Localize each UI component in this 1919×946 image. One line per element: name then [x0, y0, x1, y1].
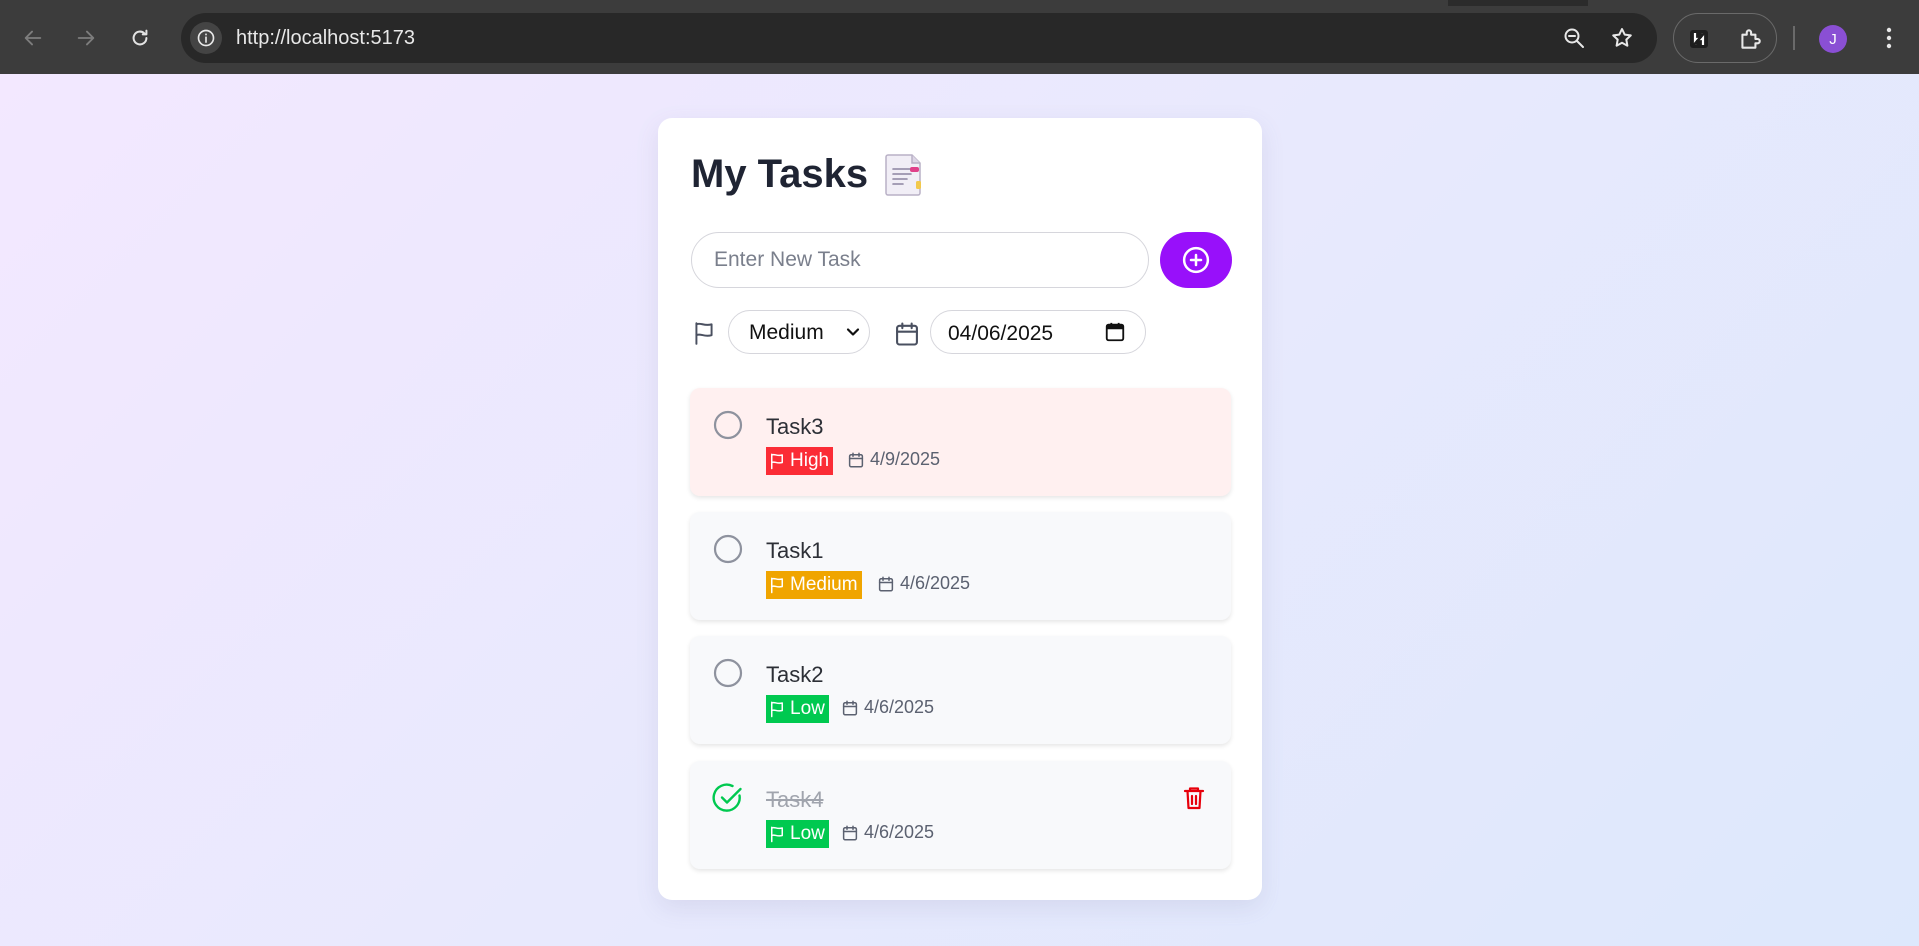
task-item[interactable]: Task1 Medium 4/6/2025: [690, 512, 1231, 620]
unchecked-circle-icon[interactable]: [712, 657, 744, 689]
tab-strip: [0, 0, 1919, 6]
notepad-emoji-icon: [885, 153, 922, 196]
address-bar[interactable]: http://localhost:5173: [181, 13, 1657, 63]
back-button[interactable]: [15, 20, 51, 56]
arrow-right-icon: [77, 30, 95, 46]
tab-edge[interactable]: [1588, 0, 1919, 6]
calendar-icon: [896, 322, 918, 346]
trash-icon: [1183, 787, 1205, 810]
task-date-text: 4/6/2025: [864, 822, 935, 842]
arrow-left-icon: [24, 30, 42, 46]
zoom-out-icon: [1564, 28, 1584, 48]
flag-icon: [695, 322, 713, 345]
flag-icon: [771, 453, 783, 470]
profile-avatar[interactable]: J: [1819, 25, 1847, 53]
forward-button[interactable]: [68, 20, 104, 56]
tasks-card: My Tasks Medium 04/06/2025 Task3: [658, 118, 1262, 900]
task-name: Task3: [766, 414, 824, 439]
task-due-date: 4/6/2025: [877, 573, 970, 594]
add-task-button[interactable]: [1160, 232, 1232, 288]
more-vertical-icon: [1886, 27, 1892, 49]
url-text[interactable]: http://localhost:5173: [236, 27, 415, 50]
reload-icon: [132, 29, 148, 46]
priority-badge: High: [766, 447, 834, 475]
delete-task-button[interactable]: [1180, 783, 1208, 813]
active-tab-edge[interactable]: [0, 0, 1448, 6]
page-title: My Tasks: [691, 152, 924, 197]
priority-badge: Low: [766, 695, 829, 723]
task-due-date: 4/9/2025: [847, 449, 940, 470]
check-circle-icon[interactable]: [712, 782, 744, 814]
flag-icon: [771, 701, 783, 718]
extension-button[interactable]: [1685, 25, 1713, 53]
task-due-date: 4/6/2025: [841, 697, 934, 718]
task-item[interactable]: Task3 High 4/9/2025: [690, 388, 1231, 496]
extensions-group: [1673, 13, 1777, 63]
toolbar-separator: [1793, 26, 1795, 50]
task-name: Task1: [766, 538, 824, 563]
calendar-icon: [842, 700, 858, 715]
browser-toolbar: http://localhost:5173 J: [0, 0, 1919, 74]
calendar-icon: [878, 576, 894, 591]
priority-label: Low: [790, 698, 825, 719]
calendar-icon: [842, 825, 858, 840]
unchecked-circle-icon[interactable]: [712, 533, 744, 565]
flag-icon: [771, 826, 783, 843]
priority-label: High: [790, 450, 830, 471]
calendar-icon: [848, 452, 864, 467]
site-info-button[interactable]: [190, 22, 222, 54]
task-name: Task4: [766, 787, 824, 812]
date-picker-icon[interactable]: [1104, 321, 1126, 343]
task-item-completed[interactable]: Task4 Low 4/6/2025: [690, 761, 1231, 869]
task-item[interactable]: Task2 Low 4/6/2025: [690, 636, 1231, 744]
task-date-text: 4/6/2025: [864, 697, 935, 717]
plus-circle-icon: [1182, 246, 1210, 274]
bookmark-button[interactable]: [1609, 25, 1635, 51]
priority-label: Medium: [790, 574, 858, 595]
reload-button[interactable]: [122, 20, 158, 56]
priority-select[interactable]: Medium: [728, 310, 870, 354]
due-date-value[interactable]: 04/06/2025: [948, 322, 1053, 346]
task-due-date: 4/6/2025: [841, 822, 934, 843]
browser-menu-button[interactable]: [1874, 22, 1904, 54]
task-date-text: 4/6/2025: [900, 573, 971, 593]
new-task-input[interactable]: [691, 232, 1149, 288]
flag-icon: [771, 577, 783, 594]
priority-label: Low: [790, 823, 825, 844]
priority-badge: Low: [766, 820, 829, 848]
puzzle-icon: [1741, 29, 1761, 49]
extensions-menu-button[interactable]: [1736, 25, 1764, 53]
task-date-text: 4/9/2025: [870, 449, 941, 469]
extension-icon: [1690, 30, 1708, 48]
unchecked-circle-icon[interactable]: [712, 409, 744, 441]
task-name: Task2: [766, 662, 824, 687]
info-icon: [197, 29, 215, 47]
zoom-button[interactable]: [1561, 25, 1587, 51]
due-date-input[interactable]: 04/06/2025: [930, 310, 1146, 354]
page-background: My Tasks Medium 04/06/2025 Task3: [0, 74, 1919, 946]
star-icon: [1612, 28, 1632, 47]
page-title-text: My Tasks: [691, 152, 869, 196]
priority-badge: Medium: [766, 571, 862, 599]
